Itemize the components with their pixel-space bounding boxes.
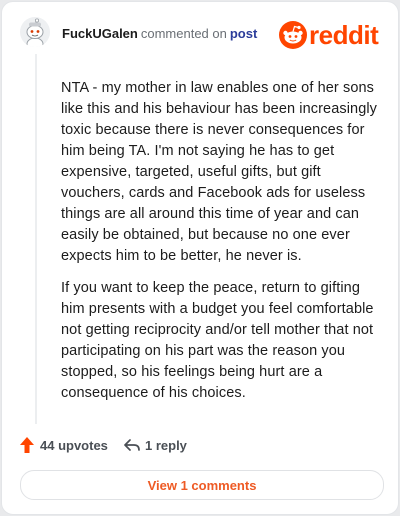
reply-button[interactable]: 1 reply: [123, 434, 187, 456]
comment-actions: 44 upvotes 1 reply: [19, 434, 389, 456]
reddit-logo[interactable]: reddit: [279, 20, 387, 50]
user-avatar[interactable]: [20, 17, 50, 47]
comment-card: FuckUGalen commented on post reddit NTA - …: [1, 1, 399, 515]
comment-header: FuckUGalen commented on post reddit: [2, 2, 398, 64]
arrow-up-icon: [20, 437, 34, 453]
comment-paragraph-2: If you want to keep the peace, return to…: [61, 280, 374, 401]
reddit-wordmark: reddit: [309, 20, 379, 50]
snoo-avatar-icon: [20, 17, 50, 47]
attribution-verb: commented on: [140, 26, 227, 41]
reddit-alien-icon: [279, 21, 307, 49]
comment-paragraph-1: NTA - my mother in law enables one of he…: [61, 80, 378, 264]
post-link[interactable]: post: [230, 26, 257, 41]
reply-count: 1 reply: [145, 437, 187, 453]
reply-arrow-icon: [124, 439, 140, 451]
upvote-count: 44 upvotes: [40, 437, 108, 453]
username-link[interactable]: FuckUGalen: [62, 26, 138, 41]
thread-line: [35, 54, 37, 424]
upvote-button[interactable]: 44 upvotes: [19, 434, 108, 456]
comment-body: NTA - my mother in law enables one of he…: [61, 78, 386, 415]
comment-attribution: FuckUGalen commented on post: [62, 26, 257, 42]
view-comments-button[interactable]: View 1 comments: [20, 470, 384, 500]
